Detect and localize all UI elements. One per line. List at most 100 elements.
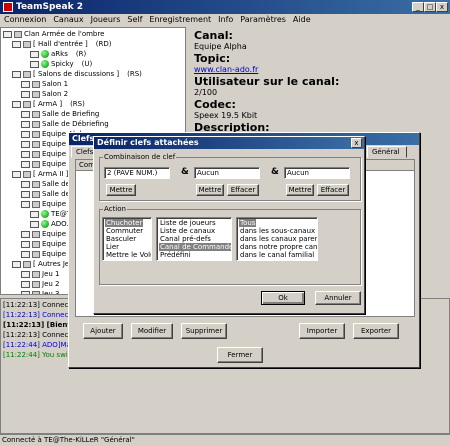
expand-icon bbox=[21, 110, 30, 118]
action-mode-item[interactable]: Lier bbox=[105, 243, 120, 251]
expand-icon bbox=[21, 120, 30, 128]
channel-icon bbox=[32, 240, 40, 248]
tree-user[interactable]: ADO. bbox=[30, 219, 69, 229]
tree-user[interactable]: TE@T bbox=[30, 209, 71, 219]
tree-label: [ ArmA II ] bbox=[33, 170, 69, 178]
key2-field[interactable]: Aucun bbox=[194, 167, 260, 179]
users-heading: Utilisateur sur le canal: bbox=[194, 75, 340, 88]
tree-flag: (RS) bbox=[70, 100, 85, 108]
menu-item-param-tres[interactable]: Paramètres bbox=[240, 14, 286, 26]
expand-icon bbox=[12, 100, 21, 108]
close-clefs-button[interactable]: Fermer bbox=[217, 347, 263, 363]
codec-heading: Codec: bbox=[194, 98, 236, 111]
target-item[interactable]: Canal pré-defs bbox=[159, 235, 212, 243]
channel-icon bbox=[23, 70, 31, 78]
tree-label: Clan Armée de l'ombre bbox=[24, 30, 105, 38]
key3-field[interactable]: Aucun bbox=[284, 167, 350, 179]
ok-button[interactable]: Ok bbox=[261, 291, 305, 305]
delete-button[interactable]: Supprimer bbox=[181, 323, 227, 339]
export-button[interactable]: Exporter bbox=[353, 323, 399, 339]
log-line: [11:22:13] Connecté bbox=[3, 311, 76, 319]
add-button[interactable]: Ajouter bbox=[83, 323, 123, 339]
expand-icon bbox=[21, 160, 30, 168]
user-status-icon bbox=[41, 220, 49, 228]
cancel-button[interactable]: Annuler bbox=[315, 291, 361, 305]
tree-server[interactable]: Clan Armée de l'ombre bbox=[3, 29, 104, 39]
action-mode-item[interactable]: Commuter bbox=[105, 227, 144, 235]
menu-item-connexion[interactable]: Connexion bbox=[4, 14, 46, 26]
scope-item[interactable]: Tous bbox=[239, 219, 257, 227]
menu-item-enregistrement[interactable]: Enregistrement bbox=[149, 14, 211, 26]
tree-label: [ Hall d'entrée ] bbox=[33, 40, 88, 48]
tree-channel[interactable]: Salle de Débriefing bbox=[21, 119, 109, 129]
modify-button[interactable]: Modifier bbox=[131, 323, 173, 339]
target-item[interactable]: Canal de Commande bbox=[159, 243, 231, 251]
tree-label: Jeu 1 bbox=[42, 270, 60, 278]
menu-item-joueurs[interactable]: Joueurs bbox=[91, 14, 121, 26]
channel-icon bbox=[32, 80, 40, 88]
expand-icon bbox=[21, 290, 30, 294]
channel-icon bbox=[32, 90, 40, 98]
menu-item-info[interactable]: Info bbox=[218, 14, 233, 26]
and-symbol-2: & bbox=[271, 167, 279, 177]
tree-channel[interactable]: Jeu 3 bbox=[21, 289, 60, 295]
import-button[interactable]: Importer bbox=[299, 323, 345, 339]
tree-flag: (R) bbox=[75, 50, 87, 58]
menu-item-aide[interactable]: Aide bbox=[293, 14, 311, 26]
tree-user[interactable]: Spicky (U) bbox=[30, 59, 92, 69]
set-key3-button[interactable]: Mettre bbox=[286, 184, 314, 196]
tree-channel[interactable]: [ ArmA ] (RS) bbox=[12, 99, 85, 109]
topic-link[interactable]: www.clan-ado.fr bbox=[194, 65, 446, 75]
tree-channel[interactable]: [ Hall d'entrée ] (RD) bbox=[12, 39, 112, 49]
tree-channel[interactable]: Jeu 1 bbox=[21, 269, 60, 279]
key-combination-label: Combinaison de clef bbox=[103, 153, 177, 162]
tree-label: Jeu 3 bbox=[42, 290, 60, 295]
tree-user[interactable]: aRks (R) bbox=[30, 49, 86, 59]
close-button[interactable]: x bbox=[436, 2, 448, 12]
channel-icon bbox=[32, 120, 40, 128]
channel-icon bbox=[32, 140, 40, 148]
action-mode-item[interactable]: Chuchoter bbox=[105, 219, 144, 227]
channel-icon bbox=[32, 250, 40, 258]
minimize-button[interactable]: _ bbox=[412, 2, 424, 12]
expand-icon bbox=[21, 230, 30, 238]
define-keys-titlebar: Définir clefs attachées bbox=[94, 137, 364, 149]
scope-item[interactable]: dans notre propre canal bbox=[239, 243, 317, 251]
log-line: [11:22:44] ADO]Mad bbox=[3, 341, 76, 349]
target-item[interactable]: Liste de canaux bbox=[159, 227, 216, 235]
scope-item[interactable]: dans les sous-canaux bbox=[239, 227, 316, 235]
action-mode-item[interactable]: Mettre le Volum bbox=[105, 251, 151, 259]
scope-item[interactable]: dans le canal familial bbox=[239, 251, 315, 259]
expand-icon bbox=[12, 260, 21, 268]
scope-list[interactable]: Tous dans les sous-canaux dans les canaux … bbox=[236, 217, 318, 261]
key1-field[interactable]: 2 (PAVE NUM.) bbox=[104, 167, 170, 179]
expand-icon bbox=[30, 50, 39, 58]
close-icon[interactable]: x bbox=[351, 138, 362, 148]
set-key1-button[interactable]: Mettre bbox=[106, 184, 136, 196]
channel-icon bbox=[32, 280, 40, 288]
clear-key2-button[interactable]: Effacer bbox=[227, 184, 259, 196]
tree-channel[interactable]: [ Salons de discussions ] (RS) bbox=[12, 69, 142, 79]
channel-icon bbox=[32, 110, 40, 118]
clear-key3-button[interactable]: Effacer bbox=[317, 184, 349, 196]
expand-icon bbox=[21, 80, 30, 88]
tree-channel[interactable]: Salon 2 bbox=[21, 89, 68, 99]
tree-channel[interactable]: Salle de Briefing bbox=[21, 109, 99, 119]
menu-item-self[interactable]: Self bbox=[127, 14, 142, 26]
target-item[interactable]: Prédéfini bbox=[159, 251, 192, 259]
action-mode-list[interactable]: Chuchoter Commuter Basculer Lier Mettre le V… bbox=[102, 217, 152, 261]
tree-channel[interactable]: Jeu 2 bbox=[21, 279, 60, 289]
tree-channel[interactable]: Salon 1 bbox=[21, 79, 68, 89]
tab-general[interactable]: Général bbox=[367, 146, 407, 158]
action-mode-item[interactable]: Basculer bbox=[105, 235, 137, 243]
expand-icon bbox=[12, 40, 21, 48]
app-title: TeamSpeak 2 bbox=[16, 2, 83, 12]
scope-item[interactable]: dans les canaux parents bbox=[239, 235, 317, 243]
target-item[interactable]: Liste de joueurs bbox=[159, 219, 217, 227]
maximize-button[interactable]: □ bbox=[424, 2, 436, 12]
menu-item-canaux[interactable]: Canaux bbox=[53, 14, 83, 26]
target-list[interactable]: Liste de joueurs Liste de canaux Canal pré… bbox=[156, 217, 232, 261]
channel-icon bbox=[32, 270, 40, 278]
expand-icon bbox=[21, 130, 30, 138]
set-key2-button[interactable]: Mettre bbox=[196, 184, 224, 196]
